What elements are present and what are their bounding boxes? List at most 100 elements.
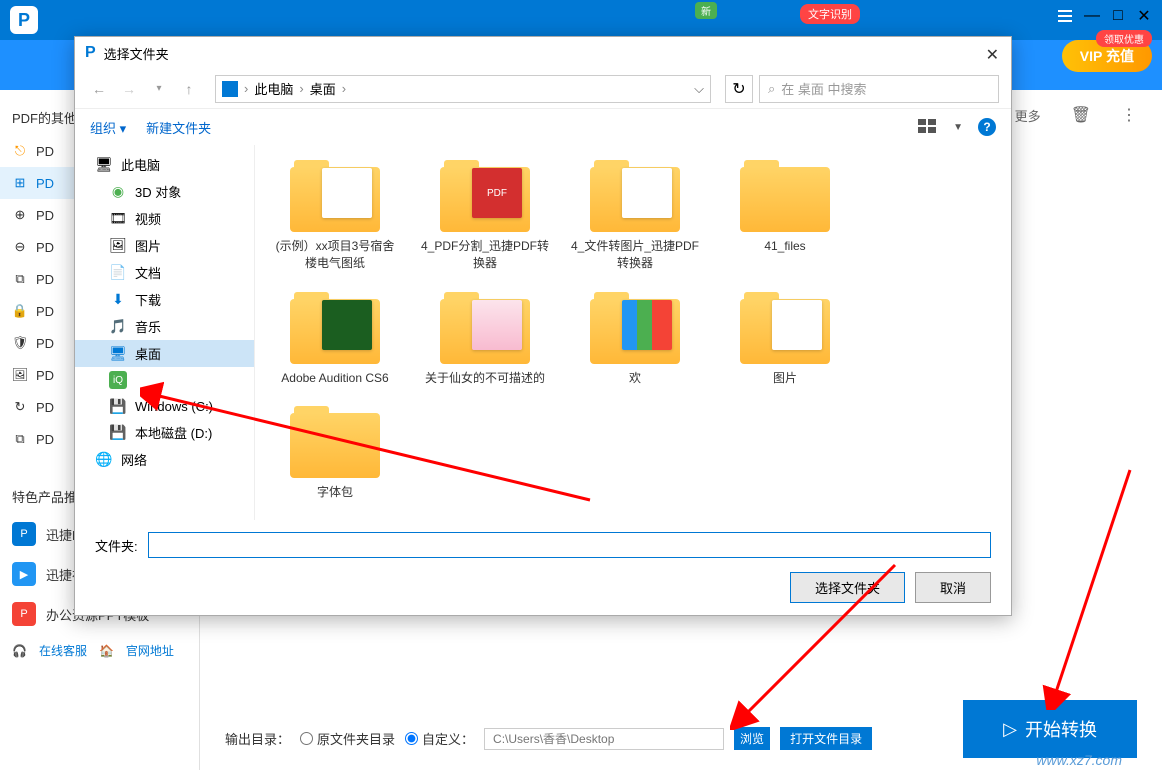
cancel-button[interactable]: 取消 — [915, 572, 991, 603]
document-icon: 📄 — [109, 264, 127, 282]
folder-label: 4_PDF分割_迅捷PDF转换器 — [420, 238, 550, 272]
custom-dir-radio[interactable]: 自定义： — [405, 729, 474, 748]
folder-label: 图片 — [773, 370, 797, 387]
tree-item-3d[interactable]: ◉3D 对象 — [75, 178, 254, 205]
sidebar-item-label: PD — [36, 272, 54, 287]
image-icon: 🖼 — [109, 237, 127, 255]
kebab-icon[interactable]: ⋮ — [1121, 105, 1137, 125]
organize-button[interactable]: 组织 ▾ — [90, 118, 126, 137]
folder-item[interactable]: 图片 — [720, 292, 850, 387]
customer-service-link[interactable]: 在线客服 — [39, 642, 87, 659]
folder-input-label: 文件夹: — [95, 536, 138, 555]
copy-icon: ⧉ — [12, 271, 28, 287]
folder-item[interactable]: 字体包 — [270, 406, 400, 501]
tree-item-drive-c[interactable]: 💾Windows (C:) — [75, 393, 254, 419]
search-placeholder: 在 桌面 中搜索 — [781, 79, 866, 98]
up-icon[interactable]: ↑ — [177, 77, 201, 101]
tree-item-drive-d[interactable]: 💾本地磁盘 (D:) — [75, 419, 254, 446]
breadcrumb-item[interactable]: 此电脑 — [254, 79, 293, 98]
tree-item-videos[interactable]: 🎞视频 — [75, 205, 254, 232]
lock-icon: 🔒 — [12, 303, 28, 319]
add-icon: ⊕ — [12, 207, 28, 223]
minimize-icon[interactable]: — — [1084, 7, 1100, 25]
new-badge: 新 — [695, 2, 717, 19]
dialog-title: 选择文件夹 — [104, 44, 169, 63]
sidebar-item-label: PD — [36, 432, 54, 447]
breadcrumb-item[interactable]: 桌面 — [310, 79, 336, 98]
tree-item-documents[interactable]: 📄文档 — [75, 259, 254, 286]
sidebar-item-label: PD — [36, 304, 54, 319]
folder-label: (示例）xx项目3号宿舍楼电气图纸 — [270, 238, 400, 272]
split-icon: ⎋ — [12, 143, 28, 159]
tree-item-iqiyi[interactable]: iQ — [75, 367, 254, 393]
trash-icon[interactable]: 🗑 — [1071, 105, 1091, 125]
select-folder-button[interactable]: 选择文件夹 — [790, 572, 905, 603]
tree-item-desktop[interactable]: 🖥桌面 — [75, 340, 254, 367]
folder-name-input[interactable] — [148, 532, 991, 558]
chevron-right-icon: › — [299, 81, 303, 96]
menu-icon[interactable] — [1058, 10, 1074, 22]
view-dropdown-icon[interactable]: ▼ — [953, 122, 963, 133]
sidebar-item-label: PD — [36, 208, 54, 223]
search-input[interactable]: ⌕ 在 桌面 中搜索 — [759, 75, 999, 103]
view-mode-icon[interactable] — [918, 119, 938, 135]
open-dir-button[interactable]: 打开文件目录 — [780, 727, 872, 750]
tree-item-music[interactable]: 🎵音乐 — [75, 313, 254, 340]
extract-icon: ⧉ — [12, 431, 28, 447]
computer-icon — [222, 81, 238, 97]
drive-icon: 💾 — [109, 397, 127, 415]
output-path-input[interactable] — [484, 728, 724, 750]
back-icon[interactable]: ← — [87, 77, 111, 101]
refresh-icon[interactable]: ↻ — [725, 75, 753, 103]
play-icon: ▷ — [1003, 719, 1017, 740]
folder-label: 字体包 — [317, 484, 353, 501]
browse-button[interactable]: 浏览 — [734, 727, 770, 750]
rotate-icon: ↻ — [12, 399, 28, 415]
ppt-template-icon: P — [12, 602, 36, 626]
folder-tree: 🖥此电脑 ◉3D 对象 🎞视频 🖼图片 📄文档 ⬇下载 🎵音乐 🖥桌面 iQ 💾… — [75, 145, 255, 520]
network-icon: 🌐 — [95, 451, 113, 469]
sidebar-item-label: PD — [36, 144, 54, 159]
new-folder-button[interactable]: 新建文件夹 — [146, 118, 211, 137]
folder-picker-dialog: P 选择文件夹 ✕ ← → ▾ ↑ › 此电脑 › 桌面 › ⌵ ↻ ⌕ 在 桌… — [74, 36, 1012, 616]
tree-item-downloads[interactable]: ⬇下载 — [75, 286, 254, 313]
iqiyi-icon: iQ — [109, 371, 127, 389]
sidebar-item-label: PD — [36, 240, 54, 255]
original-dir-radio[interactable]: 原文件夹目录 — [300, 729, 395, 748]
pdf-editor-icon: P — [12, 522, 36, 546]
folder-item[interactable]: Adobe Audition CS6 — [270, 292, 400, 387]
file-grid: (示例）xx项目3号宿舍楼电气图纸 PDF4_PDF分割_迅捷PDF转换器 4_… — [255, 145, 1011, 520]
tree-item-pictures[interactable]: 🖼图片 — [75, 232, 254, 259]
close-icon[interactable]: ✕ — [986, 45, 999, 65]
folder-label: 关于仙女的不可描述的 — [425, 370, 545, 387]
dialog-logo-icon: P — [85, 44, 96, 62]
tree-item-computer[interactable]: 🖥此电脑 — [75, 151, 254, 178]
sidebar-item-label: PD — [36, 400, 54, 415]
address-dropdown-icon[interactable]: ⌵ — [694, 81, 704, 97]
output-label: 输出目录： — [225, 729, 290, 748]
folder-item[interactable]: (示例）xx项目3号宿舍楼电气图纸 — [270, 160, 400, 272]
folder-item[interactable]: PDF4_PDF分割_迅捷PDF转换器 — [420, 160, 550, 272]
maximize-icon[interactable]: □ — [1110, 7, 1126, 25]
remove-icon: ⊖ — [12, 239, 28, 255]
folder-item[interactable]: 欢 — [570, 292, 700, 387]
forward-icon[interactable]: → — [117, 77, 141, 101]
address-bar[interactable]: › 此电脑 › 桌面 › ⌵ — [215, 75, 711, 103]
computer-icon: 🖥 — [95, 156, 113, 174]
start-convert-button[interactable]: ▷ 开始转换 — [963, 700, 1137, 758]
folder-label: 41_files — [764, 238, 805, 255]
more-button[interactable]: 更多 — [1015, 106, 1041, 125]
video-icon: 🎞 — [109, 210, 127, 228]
folder-item[interactable]: 41_files — [720, 160, 850, 272]
text-recognition-badge: 文字识别 — [800, 4, 860, 24]
folder-item[interactable]: 关于仙女的不可描述的 — [420, 292, 550, 387]
tree-item-network[interactable]: 🌐网络 — [75, 446, 254, 473]
website-link[interactable]: 官网地址 — [126, 642, 174, 659]
folder-item[interactable]: 4_文件转图片_迅捷PDF转换器 — [570, 160, 700, 272]
help-icon[interactable]: ? — [978, 118, 996, 136]
chevron-right-icon: › — [342, 81, 346, 96]
sidebar-item-label: PD — [36, 336, 54, 351]
close-icon[interactable]: ✕ — [1136, 6, 1152, 26]
desktop-icon: 🖥 — [109, 345, 127, 363]
recent-dropdown-icon[interactable]: ▾ — [147, 77, 171, 101]
